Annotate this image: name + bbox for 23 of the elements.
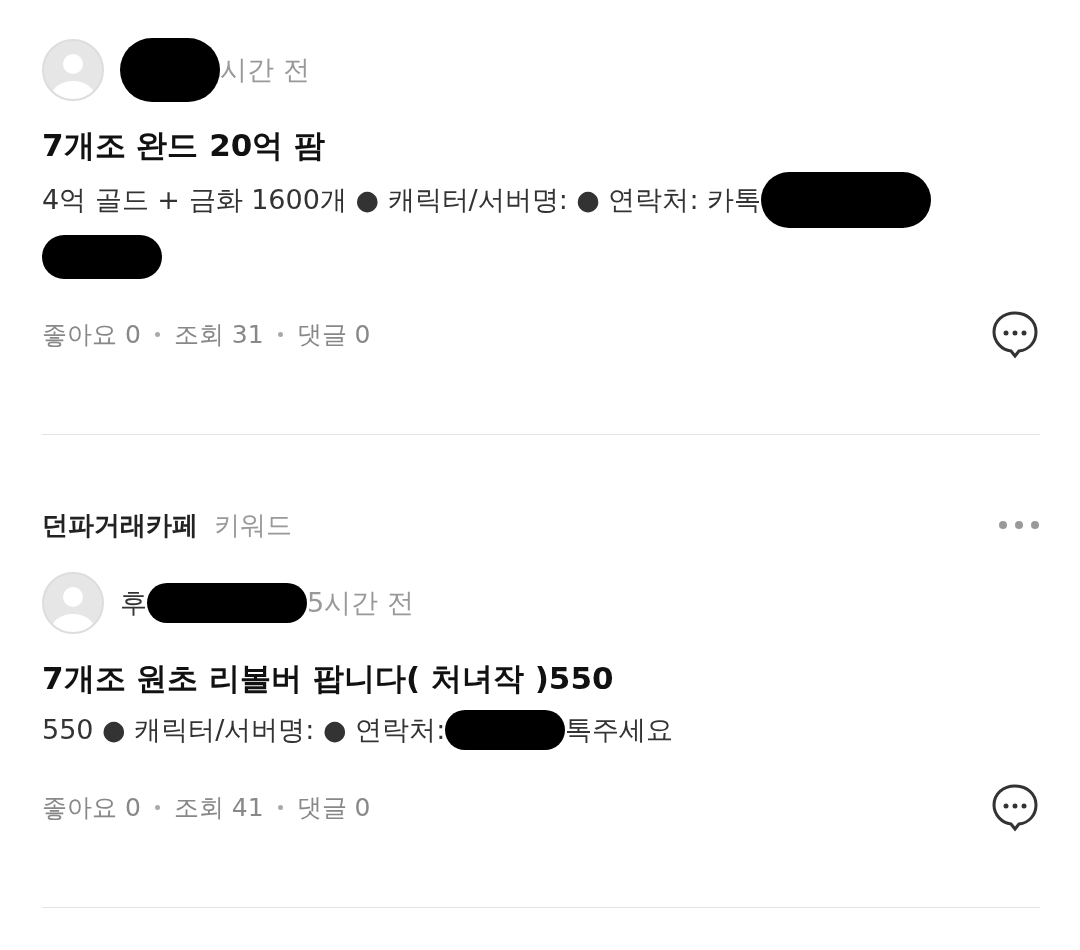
author-name: 후 <box>120 586 147 620</box>
post-stat: 조회 31 <box>173 318 264 351</box>
cafe-name[interactable]: 던파거래카페 <box>42 507 198 543</box>
cafe-keyword: 키워드 <box>214 508 292 542</box>
separator-dot <box>277 331 283 337</box>
more-icon[interactable] <box>998 520 1040 530</box>
separator-dot <box>277 804 283 810</box>
post-time: 5시간 전 <box>307 586 414 620</box>
post-time: 시간 전 <box>220 53 310 87</box>
post-title[interactable]: 7개조 완드 20억 팜 <box>42 122 1040 168</box>
post-stat: 댓글 0 <box>296 791 371 824</box>
post-body: 550 ● 캐릭터/서버명: ● 연락처: <box>42 713 446 747</box>
separator-dot <box>154 804 160 810</box>
post-title[interactable]: 7개조 원초 리볼버 팝니다( 처녀작 )550 <box>42 655 1040 701</box>
comment-icon[interactable] <box>990 782 1040 832</box>
post-stat: 조회 41 <box>173 791 264 824</box>
post-stat: 좋아요 0 <box>42 791 141 824</box>
post-body: 톡주세요 <box>565 713 674 747</box>
separator-dot <box>154 331 160 337</box>
comment-icon[interactable] <box>990 309 1040 359</box>
post-body: 4억 골드 + 금화 1600개 ● 캐릭터/서버명: ● 연락처: 카톡 <box>42 183 762 217</box>
post-stat: 좋아요 0 <box>42 318 141 351</box>
post-stat: 댓글 0 <box>296 318 371 351</box>
